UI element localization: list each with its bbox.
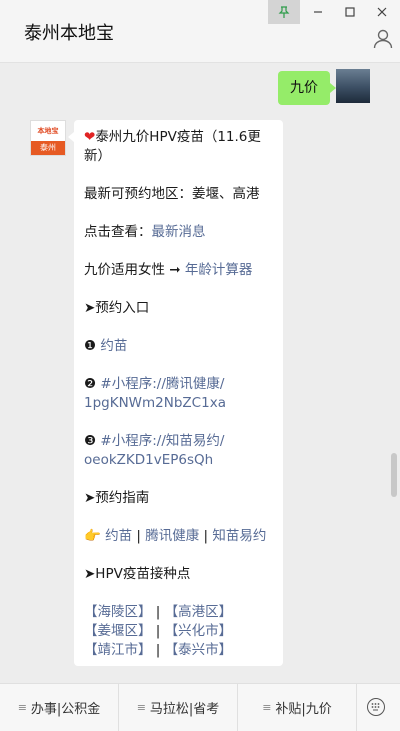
chat-area: 九价 本地宝 泰州 ❤泰州九价HPV疫苗（11.6更 新） 最新可预约地区：姜堰… — [0, 63, 400, 683]
entry-1-line: ❶ 约苗 — [84, 338, 128, 354]
guide-zhimiao-link[interactable]: 知苗易约 — [212, 528, 266, 544]
heart-icon: ❤ — [84, 129, 96, 145]
minimize-icon[interactable] — [302, 0, 334, 24]
menu-item-affairs[interactable]: ≡ 办事|公积金 — [0, 684, 118, 731]
chat-scrollbar[interactable] — [391, 453, 397, 497]
chat-title: 泰州本地宝 — [24, 23, 114, 44]
district-taixing-link[interactable]: 【泰兴市】 — [165, 642, 233, 658]
reply-title: ❤泰州九价HPV疫苗（11.6更 — [84, 129, 261, 145]
district-xinghua-link[interactable]: 【兴化市】 — [165, 623, 233, 639]
latest-news-link[interactable]: 最新消息 — [152, 224, 206, 240]
age-calculator-line: 九价适用女性 ➞ 年龄计算器 — [84, 262, 253, 278]
menu-lines-icon: ≡ — [17, 701, 27, 714]
entry-2-line: ❷ #小程序://腾讯健康/ — [84, 376, 225, 392]
self-avatar[interactable] — [336, 69, 370, 103]
district-row: 【姜堰区】 | 【兴化市】 — [84, 623, 233, 639]
yuemiao-link[interactable]: 约苗 — [100, 338, 127, 354]
bot-avatar-logo: 本地宝 — [31, 121, 65, 141]
pin-icon[interactable] — [268, 0, 300, 24]
district-row: 【靖江市】 | 【泰兴市】 — [84, 642, 233, 658]
pointing-hand-icon: 👉 — [84, 528, 101, 544]
age-calculator-link[interactable]: 年龄计算器 — [185, 262, 253, 278]
menu-lines-icon: ≡ — [262, 701, 272, 714]
close-icon[interactable] — [366, 0, 398, 24]
district-row: 【海陵区】 | 【高港区】 — [84, 604, 233, 620]
zhimiao-miniprogram-link[interactable]: #小程序://知苗易约/ — [100, 433, 224, 449]
bot-avatar-city: 泰州 — [31, 141, 65, 155]
latest-news-line: 点击查看：最新消息 — [84, 224, 206, 240]
district-gaogang-link[interactable]: 【高港区】 — [165, 604, 233, 620]
district-hailing-link[interactable]: 【海陵区】 — [84, 604, 152, 620]
reply-message-bubble: ❤泰州九价HPV疫苗（11.6更 新） 最新可预约地区：姜堰、高港 点击查看：最… — [68, 120, 283, 666]
guide-links-line: 👉 约苗 | 腾讯健康 | 知苗易约 — [84, 528, 267, 544]
guide-tencent-link[interactable]: 腾讯健康 — [145, 528, 199, 544]
entry-3-line: ❸ #小程序://知苗易约/ — [84, 433, 225, 449]
bot-avatar[interactable]: 本地宝 泰州 — [30, 120, 66, 156]
user-profile-icon[interactable] — [372, 28, 394, 50]
zhimiao-miniprogram-link-cont[interactable]: oeokZKD1vEP6sQh — [84, 451, 213, 470]
menu-lines-icon: ≡ — [136, 701, 146, 714]
sites-header: ➤HPV疫苗接种点 — [84, 566, 191, 582]
tencent-health-miniprogram-link-cont[interactable]: 1pgKNWm2NbZC1xa — [84, 394, 226, 413]
menu-item-marathon[interactable]: ≡ 马拉松|省考 — [119, 684, 237, 731]
maximize-icon[interactable] — [334, 0, 366, 24]
bottom-menu-bar: ≡ 办事|公积金 ≡ 马拉松|省考 ≡ 补贴|九价 — [0, 683, 400, 731]
title-bar: 泰州本地宝 — [0, 0, 400, 63]
entry-header: ➤预约入口 — [84, 300, 150, 316]
menu-divider — [356, 684, 357, 731]
district-jingjiang-link[interactable]: 【靖江市】 — [84, 642, 152, 658]
keyboard-icon[interactable] — [367, 698, 385, 716]
latest-area-text: 最新可预约地区：姜堰、高港 — [84, 186, 260, 202]
guide-header: ➤预约指南 — [84, 490, 150, 506]
reply-title-cont: 新） — [84, 148, 111, 164]
guide-yuemiao-link[interactable]: 约苗 — [105, 528, 132, 544]
district-jiangyan-link[interactable]: 【姜堰区】 — [84, 623, 152, 639]
menu-item-subsidy[interactable]: ≡ 补贴|九价 — [238, 684, 356, 731]
sent-message-bubble: 九价 — [278, 71, 336, 105]
tencent-health-miniprogram-link[interactable]: #小程序://腾讯健康/ — [100, 376, 224, 392]
